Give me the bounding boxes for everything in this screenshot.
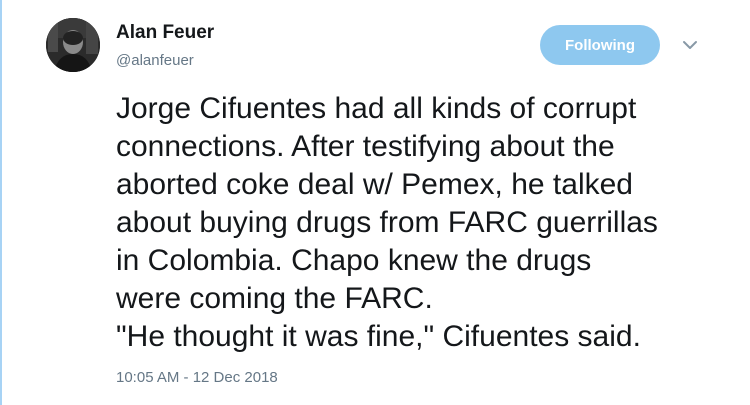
avatar[interactable] <box>46 18 100 72</box>
tweet-timestamp[interactable]: 10:05 AM - 12 Dec 2018 <box>116 369 278 386</box>
tweet-text-line: aborted coke deal w/ Pemex, he talked <box>116 168 633 201</box>
tweet-text: Jorge Cifuentes had all kinds of corrupt… <box>116 90 744 356</box>
tweet: Alan Feuer @alanfeuer Following Jorge Ci… <box>0 0 750 405</box>
chevron-down-icon[interactable] <box>681 38 699 52</box>
tweet-text-line: connections. After testifying about the <box>116 130 615 163</box>
tweet-text-line: Jorge Cifuentes had all kinds of corrupt <box>116 92 637 125</box>
author-username[interactable]: @alanfeuer <box>116 52 194 69</box>
author-display-name[interactable]: Alan Feuer <box>116 22 214 44</box>
profile-photo-icon <box>46 18 100 72</box>
tweet-text-line: were coming the FARC. <box>116 282 433 315</box>
following-button[interactable]: Following <box>540 25 660 65</box>
tweet-text-line: "He thought it was fine," Cifuentes said… <box>116 320 641 353</box>
tweet-text-line: about buying drugs from FARC guerrillas <box>116 206 658 239</box>
tweet-text-line: in Colombia. Chapo knew the drugs <box>116 244 592 277</box>
